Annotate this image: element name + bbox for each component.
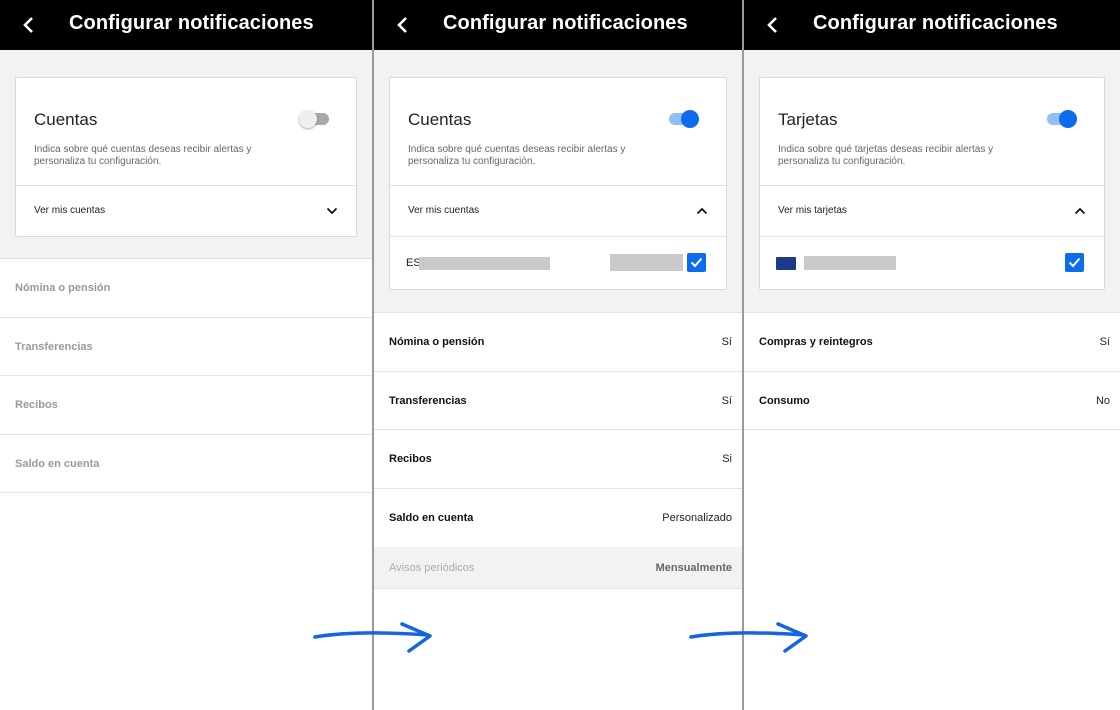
row-label: Nómina o pensión [389,336,485,348]
row-transferencias[interactable]: Transferencias Sí [374,372,742,430]
row-saldo[interactable]: Saldo en cuenta Personalizado [374,489,742,548]
chevron-down-icon [326,207,338,215]
view-cards-expander[interactable]: Ver mis tarjetas [760,185,1104,236]
top-bar: Configurar notificaciones [0,0,372,50]
row-label: Nómina o pensión [15,282,111,294]
cards-card: Tarjetas Indica sobre qué tarjetas desea… [759,77,1105,290]
notification-list: Nómina o pensión Sí Transferencias Sí Re… [374,312,742,589]
toggle-knob [299,110,317,128]
accounts-toggle[interactable] [299,110,329,128]
screen-accounts-enabled: Configurar notificaciones Cuentas Indica… [372,0,744,710]
toggle-knob [681,110,699,128]
row-avisos-periodicos[interactable]: Avisos periódicos Mensualmente [374,547,742,589]
toggle-knob [1059,110,1077,128]
expander-label: Ver mis cuentas [34,205,106,216]
screen-accounts-disabled: Configurar notificaciones Cuentas Indica… [0,0,372,710]
card-header: Tarjetas Indica sobre qué tarjetas desea… [760,78,1104,185]
chevron-left-icon [767,17,777,33]
back-button[interactable] [388,8,416,42]
row-consumo[interactable]: Consumo No [744,372,1120,430]
chevron-left-icon [397,17,407,33]
card-description: Indica sobre qué cuentas deseas recibir … [34,144,252,167]
row-value: Sí [721,336,732,348]
arrow-right-icon [313,622,432,653]
card-checkbox[interactable] [1065,253,1084,272]
subrow-value: Mensualmente [655,562,732,574]
page-title: Configurar notificaciones [813,12,1058,34]
accounts-card: Cuentas Indica sobre qué cuentas deseas … [15,77,357,237]
accounts-toggle[interactable] [669,110,699,128]
card-item[interactable] [760,236,1104,289]
card-area: Cuentas Indica sobre qué cuentas deseas … [0,50,372,258]
row-label: Saldo en cuenta [389,511,474,524]
page-title: Configurar notificaciones [69,12,314,34]
row-value: Personalizado [662,511,732,524]
expander-label: Ver mis cuentas [408,205,480,216]
checkmark-icon [690,257,703,268]
card-area: Tarjetas Indica sobre qué tarjetas desea… [744,50,1120,312]
row-label: Compras y reintegros [759,336,873,348]
credit-card-icon [776,257,796,270]
row-label: Transferencias [15,340,93,353]
chevron-up-icon [696,207,708,215]
back-button[interactable] [14,8,42,42]
checkmark-icon [1068,257,1081,268]
expander-label: Ver mis tarjetas [778,205,847,216]
top-bar: Configurar notificaciones [374,0,742,50]
view-accounts-expander[interactable]: Ver mis cuentas [390,185,726,236]
view-accounts-expander[interactable]: Ver mis cuentas [16,185,356,236]
card-description: Indica sobre qué cuentas deseas recibir … [408,144,626,167]
row-saldo[interactable]: Saldo en cuenta [0,435,372,493]
card-header: Cuentas Indica sobre qué cuentas deseas … [390,78,726,185]
redacted-card-number [804,256,896,270]
row-label: Consumo [759,394,810,407]
row-nomina[interactable]: Nómina o pensión Sí [374,313,742,372]
row-compras[interactable]: Compras y reintegros Sí [744,313,1120,372]
accounts-card: Cuentas Indica sobre qué cuentas deseas … [389,77,727,290]
account-checkbox[interactable] [687,253,706,272]
row-recibos[interactable]: Recibos [0,376,372,435]
card-header: Cuentas Indica sobre qué cuentas deseas … [16,78,356,185]
card-title: Cuentas [408,110,472,129]
subrow-label: Avisos periódicos [389,562,475,574]
cards-toggle[interactable] [1047,110,1077,128]
row-recibos[interactable]: Recibos Si [374,430,742,489]
redacted-account-number [419,257,550,270]
row-nomina[interactable]: Nómina o pensión [0,259,372,318]
notification-list: Nómina o pensión Transferencias Recibos … [0,258,372,493]
row-value: Sí [721,394,732,407]
row-value: Sí [1099,336,1110,348]
chevron-up-icon [1074,207,1086,215]
row-label: Saldo en cuenta [15,457,100,470]
chevron-left-icon [23,17,33,33]
card-area: Cuentas Indica sobre qué cuentas deseas … [374,50,742,312]
row-transferencias[interactable]: Transferencias [0,318,372,376]
notification-list: Compras y reintegros Sí Consumo No [744,312,1120,430]
row-label: Transferencias [389,394,467,407]
card-description: Indica sobre qué tarjetas deseas recibir… [778,144,994,167]
redacted-account-balance [610,254,683,271]
row-value: No [1095,394,1110,407]
row-value: Si [722,453,732,465]
card-title: Cuentas [34,110,98,129]
back-button[interactable] [758,8,786,42]
card-title: Tarjetas [778,110,838,129]
page-title: Configurar notificaciones [443,12,688,34]
account-item[interactable]: ES [390,236,726,289]
top-bar: Configurar notificaciones [744,0,1120,50]
screen-cards-enabled: Configurar notificaciones Tarjetas Indic… [744,0,1120,710]
row-label: Recibos [389,453,432,465]
arrow-right-icon [689,622,808,653]
row-label: Recibos [15,399,58,411]
